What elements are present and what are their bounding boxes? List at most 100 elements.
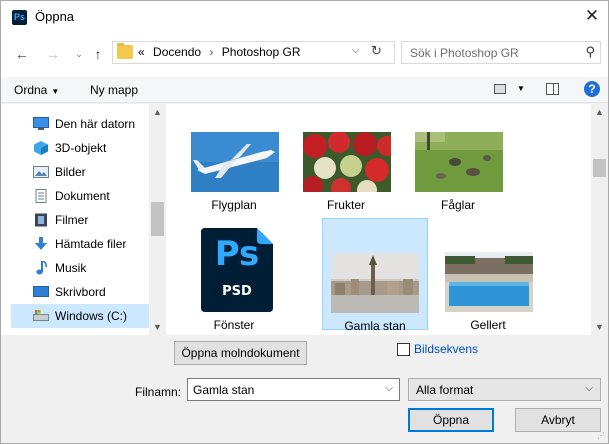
fruit-thumbnail (303, 132, 391, 192)
drive-icon (33, 310, 49, 321)
file-item-fonster[interactable]: Ps PSD Fönster (181, 218, 287, 332)
file-format-select[interactable]: Alla format ⌵ (408, 378, 601, 401)
file-name: Fönster (213, 318, 255, 332)
file-format-value: Alla format (416, 383, 474, 397)
image-sequence-checkbox[interactable] (397, 343, 410, 356)
file-name: Frukter (326, 198, 365, 212)
sidebar-item-label: Hämtade filer (55, 237, 127, 251)
help-icon[interactable]: ? (584, 81, 600, 97)
sidebar-item-label: Dokument (55, 189, 110, 203)
psd-file-icon: Ps PSD (201, 228, 273, 312)
scroll-down-icon[interactable]: ▼ (595, 322, 604, 332)
document-icon (35, 189, 47, 203)
breadcrumb: « Docendo › Photoshop GR (138, 45, 300, 59)
preview-pane-icon[interactable] (546, 83, 559, 95)
up-arrow-icon[interactable]: ↑ (90, 45, 106, 63)
sidebar-item-label: Bilder (55, 165, 86, 179)
sidebar-item-label: Skrivbord (55, 285, 106, 299)
file-item-flygplan[interactable]: Flygplan (181, 102, 287, 214)
birds-thumbnail (415, 132, 503, 192)
music-icon (36, 261, 47, 275)
psd-icon-psd-text: PSD (222, 284, 252, 299)
scroll-up-icon[interactable]: ▲ (595, 107, 604, 117)
sidebar-item-label: Musik (55, 261, 87, 275)
organize-menu[interactable]: Ordna ▼ (14, 83, 59, 97)
view-options-caret-icon[interactable]: ▼ (517, 84, 525, 93)
file-list: Flygplan Frukter Fåglar Ps PSD Fönster G… (167, 104, 608, 335)
sidebar-item-music[interactable]: Musik (11, 256, 159, 280)
filename-value[interactable]: Gamla stan (193, 383, 254, 397)
command-bar: Ordna ▼ Ny mapp ▼ ? (1, 77, 608, 103)
sidebar-item-desktop[interactable]: Skrivbord (11, 280, 159, 304)
address-row: ← → ⌄ ↑ « Docendo › Photoshop GR ⌵ ↻ Sök… (1, 33, 608, 77)
file-name: Fåglar (440, 198, 475, 212)
dialog-title: Öppna (35, 9, 75, 24)
sidebar-item-pictures[interactable]: Bilder (11, 160, 159, 184)
psd-icon-ps-text: Ps (214, 234, 260, 274)
address-bar[interactable]: « Docendo › Photoshop GR ⌵ ↻ (112, 41, 395, 64)
file-name: Gellert (470, 318, 506, 332)
sidebar-item-windows-c[interactable]: Windows (C:) (11, 304, 159, 328)
file-item-gamla-stan[interactable]: Gamla stan (322, 218, 428, 333)
city-thumbnail (331, 253, 419, 313)
file-list-scrollbar[interactable]: ▲ ▼ (591, 104, 608, 335)
title-bar: Ps Öppna ✕ (1, 1, 608, 33)
cancel-button[interactable]: Avbryt (515, 408, 601, 432)
file-name: Gamla stan (344, 319, 406, 333)
file-item-frukter[interactable]: Frukter (293, 102, 399, 214)
sidebar-item-downloads[interactable]: Hämtade filer (11, 232, 159, 256)
cube-icon (34, 141, 48, 155)
filename-label: Filnamn: (135, 385, 182, 399)
scroll-down-icon[interactable]: ▼ (153, 322, 162, 332)
change-view-icon[interactable] (494, 84, 506, 94)
film-icon (35, 213, 47, 227)
search-box[interactable]: Sök i Photoshop GR ⚲ (401, 41, 601, 64)
sidebar-item-label: Filmer (55, 213, 89, 227)
sidebar-item-3d-objects[interactable]: 3D-objekt (11, 136, 159, 160)
new-folder-button[interactable]: Ny mapp (90, 83, 138, 97)
computer-icon (33, 117, 49, 130)
pool-thumbnail (445, 252, 533, 312)
download-icon (35, 237, 47, 250)
photoshop-app-icon: Ps (12, 10, 27, 25)
open-dialog: Ps Öppna ✕ ← → ⌄ ↑ « Docendo › Photoshop… (0, 0, 609, 444)
breadcrumb-overflow[interactable]: « (138, 45, 145, 59)
back-arrow-icon[interactable]: ← (14, 45, 30, 63)
recent-locations-chevron-icon[interactable]: ⌄ (71, 45, 87, 63)
sidebar-item-documents[interactable]: Dokument (11, 184, 159, 208)
resize-grip-icon[interactable]: ⋰ (597, 431, 605, 440)
open-cloud-document-button[interactable]: Öppna molndokument (174, 341, 307, 365)
breadcrumb-docendo[interactable]: Docendo (153, 45, 201, 59)
scrollbar-thumb[interactable] (593, 159, 606, 177)
desktop-icon (33, 286, 49, 297)
filename-input[interactable]: Gamla stan ⌵ (187, 378, 400, 401)
organize-label: Ordna (14, 83, 48, 97)
filename-dropdown-chevron-icon[interactable]: ⌵ (385, 383, 393, 394)
airplane-thumbnail (191, 132, 279, 192)
file-name: Flygplan (211, 198, 257, 212)
file-item-faglar[interactable]: Fåglar (405, 102, 511, 214)
refresh-icon[interactable]: ↻ (371, 43, 382, 59)
sidebar-item-label: Windows (C:) (55, 309, 128, 323)
search-input[interactable]: Sök i Photoshop GR (410, 46, 519, 60)
navigation-scrollbar[interactable]: ▲ ▼ (149, 104, 166, 335)
close-icon[interactable]: ✕ (582, 6, 602, 26)
format-dropdown-chevron-icon[interactable]: ⌵ (585, 383, 593, 394)
file-item-gellert[interactable]: Gellert (435, 218, 541, 332)
sidebar-item-label: Den här datorn (55, 117, 136, 131)
open-button[interactable]: Öppna (408, 408, 494, 432)
breadcrumb-separator: › (209, 45, 214, 59)
address-dropdown-chevron-icon[interactable]: ⌵ (352, 45, 360, 56)
organize-caret-icon: ▼ (51, 87, 60, 96)
image-sequence-label[interactable]: Bildsekvens (414, 342, 478, 356)
scroll-up-icon[interactable]: ▲ (153, 107, 162, 117)
navigation-pane: Den här datorn 3D-objekt Bilder Dokument… (1, 104, 167, 335)
forward-arrow-icon[interactable]: → (45, 45, 61, 63)
breadcrumb-photoshop-gr[interactable]: Photoshop GR (222, 45, 301, 59)
scrollbar-thumb[interactable] (151, 202, 164, 236)
sidebar-item-videos[interactable]: Filmer (11, 208, 159, 232)
sidebar-item-this-pc[interactable]: Den här datorn (11, 112, 159, 136)
search-icon[interactable]: ⚲ (585, 44, 595, 60)
pictures-icon (33, 166, 49, 178)
folder-icon (117, 43, 133, 59)
